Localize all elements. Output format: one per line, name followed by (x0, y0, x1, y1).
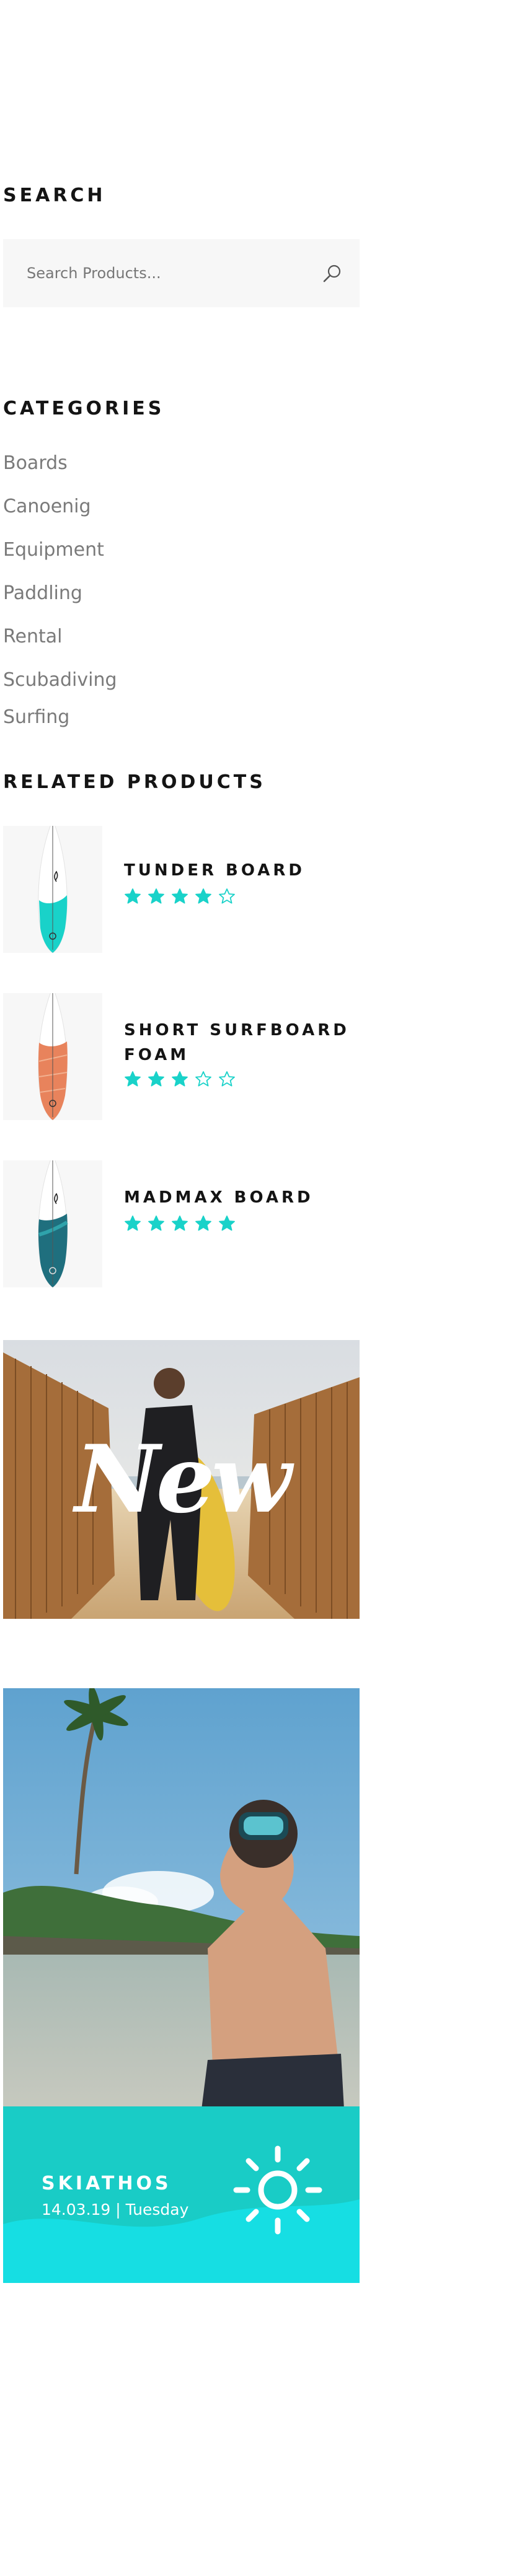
surfboard-icon (38, 826, 68, 953)
category-item-surfing[interactable]: Surfing (3, 706, 69, 728)
related-product: SHORT SURFBOARD FOAM (3, 993, 360, 1120)
category-item-equipment[interactable]: Equipment (3, 539, 104, 561)
star-filled-icon (125, 1216, 141, 1231)
star-filled-icon (148, 1216, 164, 1231)
star-filled-icon (219, 1216, 235, 1231)
category-item-scubadiving[interactable]: Scubadiving (3, 669, 117, 691)
star-rating (124, 1215, 242, 1233)
star-filled-icon (172, 1216, 188, 1231)
star-filled-icon (125, 888, 141, 904)
weather-info: SKIATHOS 14.03.19 | Tuesday (42, 2173, 188, 2219)
product-thumbnail[interactable] (3, 993, 102, 1120)
star-rating (124, 888, 242, 906)
weather-date-value: 14.03.19 (42, 2201, 111, 2219)
new-arrivals-banner[interactable]: New (3, 1340, 360, 1619)
surfboard-icon (38, 993, 68, 1120)
weather-day: Tuesday (125, 2201, 189, 2219)
search-icon[interactable] (321, 263, 343, 285)
categories-widget-title: CATEGORIES (3, 398, 165, 419)
surfboard-icon (38, 1160, 68, 1287)
product-thumbnail[interactable] (3, 1160, 102, 1287)
star-filled-icon (195, 888, 211, 904)
category-item-paddling[interactable]: Paddling (3, 582, 82, 604)
search-widget-title: SEARCH (3, 185, 106, 206)
product-thumbnail[interactable] (3, 826, 102, 953)
weather-date-separator: | (115, 2201, 121, 2219)
product-title[interactable]: MADMAX BOARD (124, 1185, 353, 1210)
related-product: MADMAX BOARD (3, 1160, 360, 1287)
star-empty-icon (219, 1071, 235, 1087)
star-filled-icon (195, 1216, 211, 1231)
weather-city: SKIATHOS (42, 2173, 172, 2194)
search-input[interactable] (3, 239, 294, 307)
category-item-boards[interactable]: Boards (3, 452, 68, 474)
product-title[interactable]: SHORT SURFBOARD FOAM (124, 1018, 353, 1067)
category-item-rental[interactable]: Rental (3, 626, 62, 647)
category-item-canoenig[interactable]: Canoenig (3, 496, 91, 517)
banner-new-text: New (74, 1425, 292, 1534)
weather-banner[interactable]: SKIATHOS 14.03.19 | Tuesday (3, 1688, 360, 2283)
related-product: TUNDER BOARD (3, 826, 360, 953)
sun-icon (233, 2145, 322, 2235)
star-filled-icon (172, 888, 188, 904)
search-form (3, 239, 360, 307)
star-empty-icon (219, 888, 235, 904)
star-filled-icon (148, 888, 164, 904)
star-filled-icon (125, 1071, 141, 1087)
star-filled-icon (148, 1071, 164, 1087)
star-filled-icon (172, 1071, 188, 1087)
product-title[interactable]: TUNDER BOARD (124, 858, 353, 883)
star-empty-icon (195, 1071, 211, 1087)
star-rating (124, 1071, 242, 1089)
related-products-title: RELATED PRODUCTS (3, 771, 266, 793)
weather-date: 14.03.19 | Tuesday (42, 2201, 188, 2219)
